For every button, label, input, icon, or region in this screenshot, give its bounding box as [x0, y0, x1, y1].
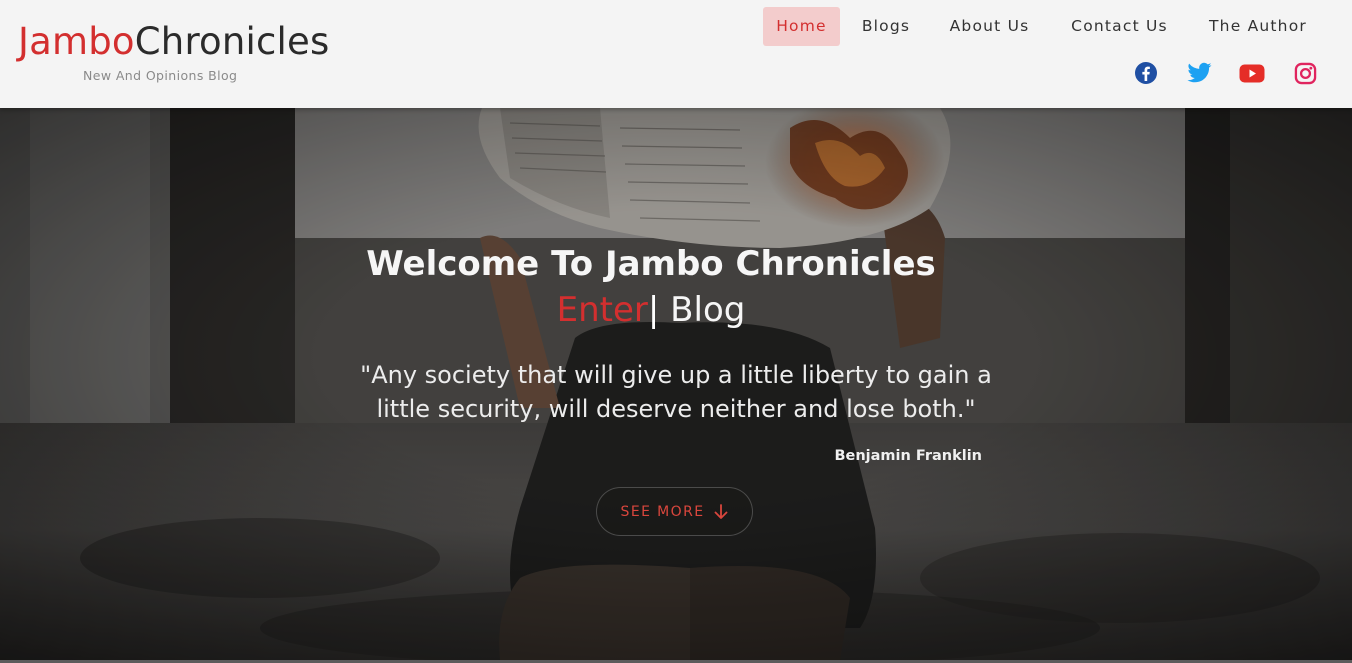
nav-about-us[interactable]: About Us: [938, 7, 1041, 46]
nav-contact-us[interactable]: Contact Us: [1059, 7, 1180, 46]
hero-quote: "Any society that will give up a little …: [360, 361, 992, 423]
main-nav: Home Blogs About Us Contact Us The Autho…: [0, 7, 1352, 46]
youtube-icon[interactable]: [1239, 59, 1265, 87]
nav-blogs[interactable]: Blogs: [851, 7, 921, 46]
hero-typed-word: Enter: [556, 290, 648, 330]
hero-content: Welcome To Jambo Chronicles Enter| Blog …: [0, 108, 1352, 660]
twitter-icon[interactable]: [1186, 59, 1212, 87]
instagram-icon[interactable]: [1292, 59, 1318, 87]
typing-cursor: |: [647, 290, 660, 330]
nav-the-author[interactable]: The Author: [1199, 7, 1317, 46]
hero-section: Welcome To Jambo Chronicles Enter| Blog …: [0, 108, 1352, 660]
hero-typed-rest: Blog: [659, 290, 746, 330]
site-header: JamboChronicles New And Opinions Blog Ho…: [0, 0, 1352, 108]
social-links: [0, 59, 1352, 87]
nav-home[interactable]: Home: [763, 7, 840, 46]
facebook-icon[interactable]: [1133, 59, 1159, 87]
see-more-button[interactable]: SEE MORE: [596, 487, 753, 536]
arrow-down-icon: [715, 503, 728, 519]
see-more-label: SEE MORE: [620, 503, 705, 520]
hero-title: Welcome To Jambo Chronicles: [366, 244, 936, 284]
hero-typed-line: Enter| Blog: [0, 288, 1302, 332]
hero-quote-author: Benjamin Franklin: [834, 448, 982, 464]
